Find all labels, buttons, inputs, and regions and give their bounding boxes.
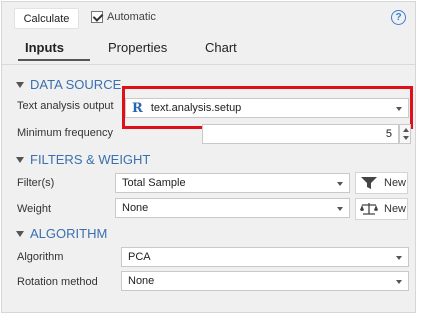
section-heading: DATA SOURCE (30, 77, 122, 92)
highlight-box (122, 86, 413, 129)
inputs-panel: Calculate Automatic ? Inputs Properties … (1, 1, 416, 313)
algorithm-value: PCA (128, 251, 151, 263)
automatic-checkbox[interactable] (91, 11, 103, 23)
tabs-divider (2, 64, 415, 65)
section-heading: FILTERS & WEIGHT (30, 152, 151, 167)
new-filter-button[interactable]: New (355, 172, 408, 194)
section-heading: ALGORITHM (30, 226, 108, 241)
minimum-frequency-label: Minimum frequency (17, 127, 113, 139)
new-weight-label: New (384, 203, 407, 215)
chevron-down-icon (337, 207, 343, 211)
algorithm-dropdown[interactable]: PCA (121, 247, 409, 267)
rotation-method-value: None (128, 275, 155, 287)
tab-inputs[interactable]: Inputs (25, 40, 64, 55)
active-tab-indicator (18, 59, 90, 61)
tab-chart[interactable]: Chart (205, 40, 237, 55)
automatic-toggle[interactable]: Automatic (91, 11, 156, 23)
new-filter-label: New (384, 177, 407, 189)
toolbar: Calculate Automatic ? (2, 2, 415, 34)
funnel-icon (361, 177, 377, 189)
scale-icon (360, 203, 378, 215)
algorithm-label: Algorithm (17, 251, 64, 263)
tab-properties[interactable]: Properties (108, 40, 167, 55)
stepper-down-icon[interactable] (403, 136, 409, 140)
stepper-up-icon[interactable] (403, 128, 409, 132)
new-weight-button[interactable]: New (355, 198, 408, 220)
section-filters-weight[interactable]: FILTERS & WEIGHT (16, 152, 150, 167)
chevron-down-icon (396, 256, 402, 260)
filter-label: Filter(s) (17, 177, 55, 189)
rotation-method-dropdown[interactable]: None (121, 271, 409, 291)
weight-label: Weight (17, 203, 52, 215)
text-analysis-output-label: Text analysis output (17, 100, 114, 112)
collapse-triangle-icon[interactable] (16, 230, 24, 237)
section-algorithm[interactable]: ALGORITHM (16, 226, 107, 241)
help-icon[interactable]: ? (391, 10, 406, 25)
automatic-label: Automatic (107, 11, 156, 23)
collapse-triangle-icon[interactable] (16, 81, 24, 88)
chevron-down-icon (337, 182, 343, 186)
weight-dropdown[interactable]: None (115, 198, 350, 218)
rotation-method-label: Rotation method (17, 276, 98, 288)
minimum-frequency-stepper[interactable] (399, 124, 411, 144)
filter-dropdown[interactable]: Total Sample (115, 173, 350, 193)
weight-value: None (122, 202, 149, 214)
section-data-source[interactable]: DATA SOURCE (16, 77, 121, 92)
collapse-triangle-icon[interactable] (16, 156, 24, 163)
chevron-down-icon (396, 280, 402, 284)
minimum-frequency-input[interactable]: 5 (202, 124, 399, 144)
calculate-button[interactable]: Calculate (14, 8, 79, 29)
filter-value: Total Sample (122, 177, 186, 189)
